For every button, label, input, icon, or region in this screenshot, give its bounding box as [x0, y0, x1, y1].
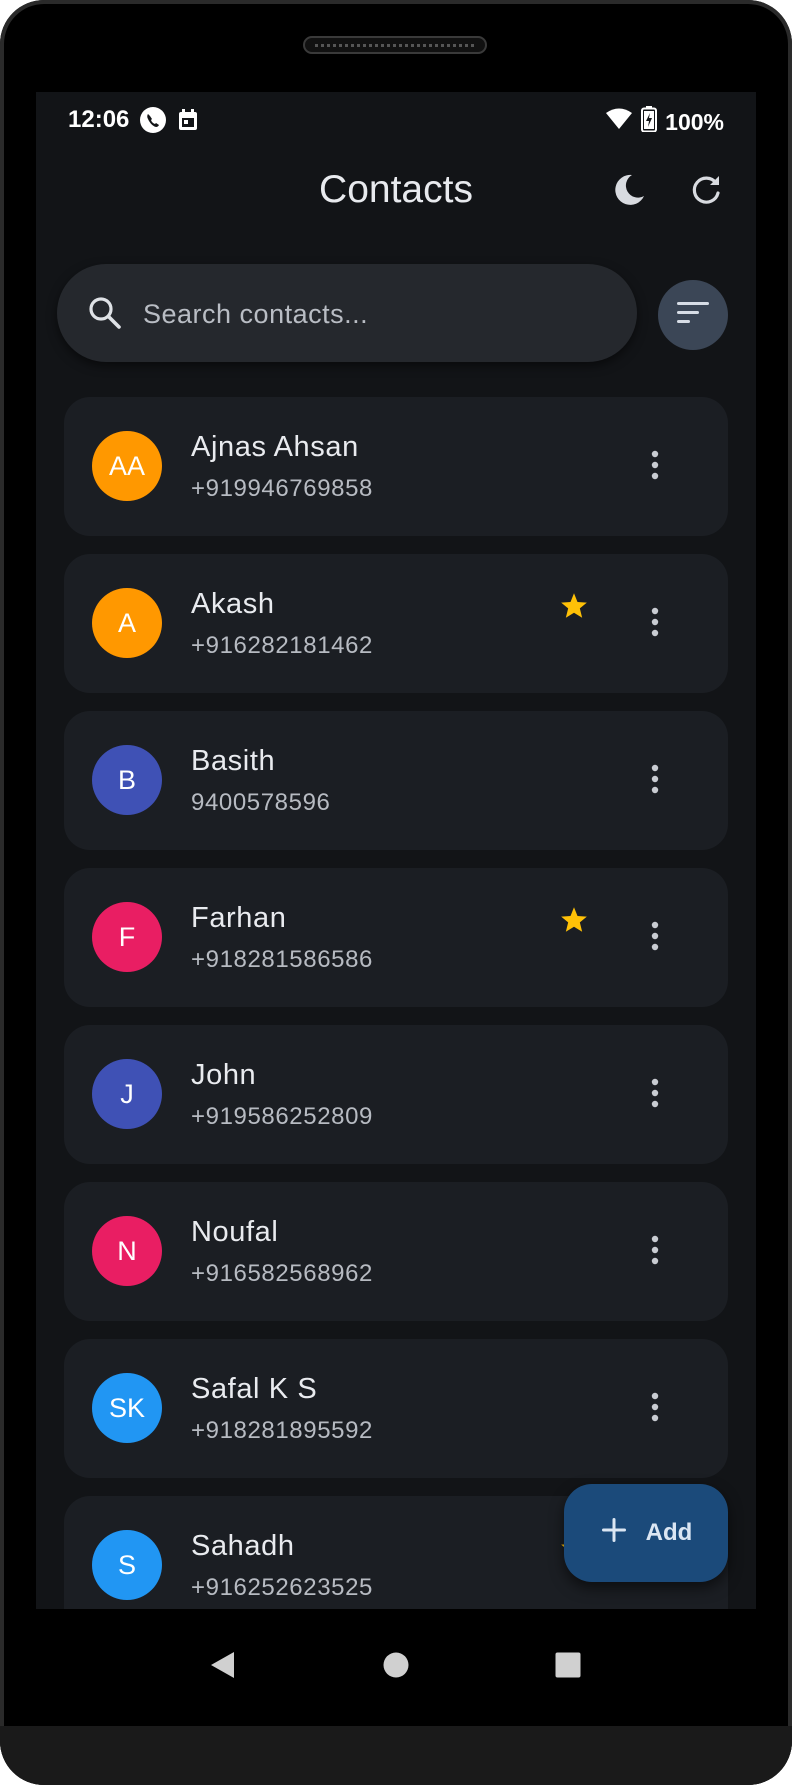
more-vert-icon	[651, 1392, 659, 1427]
contact-name: John	[191, 1059, 257, 1091]
phone-call-icon	[139, 106, 167, 139]
favorite-star-icon[interactable]	[560, 906, 588, 938]
contact-phone: +919586252809	[191, 1103, 373, 1130]
search-bar[interactable]	[57, 264, 637, 362]
more-vert-icon	[651, 764, 659, 799]
battery-icon	[641, 106, 658, 138]
favorite-star-icon[interactable]	[560, 592, 588, 624]
contact-phone: +916252623525	[191, 1574, 373, 1601]
avatar: AA	[92, 431, 162, 501]
more-options-button[interactable]	[635, 1387, 675, 1431]
contact-phone: +919946769858	[191, 475, 373, 502]
more-options-button[interactable]	[635, 1230, 675, 1274]
add-button-label: Add	[645, 1519, 693, 1546]
home-button[interactable]	[376, 1647, 416, 1687]
contact-card[interactable]: N Noufal +916582568962	[64, 1182, 728, 1321]
refresh-icon	[689, 173, 723, 212]
search-icon	[87, 295, 123, 336]
more-vert-icon	[651, 450, 659, 485]
add-contact-button[interactable]: Add	[564, 1484, 728, 1582]
contact-name: Farhan	[191, 902, 287, 934]
contact-phone: +916282181462	[191, 632, 373, 659]
contact-card[interactable]: AA Ajnas Ahsan +919946769858	[64, 397, 728, 536]
contact-name: Basith	[191, 745, 276, 777]
moon-icon	[611, 172, 647, 213]
status-bar: 12:06 100%	[36, 92, 756, 148]
home-circle-icon	[382, 1651, 410, 1684]
more-options-button[interactable]	[635, 759, 675, 803]
phone-frame: 12:06 100% Contacts Search contacts... A…	[0, 0, 792, 1785]
more-options-button[interactable]	[635, 445, 675, 489]
battery-percentage: 100%	[665, 108, 724, 135]
more-vert-icon	[651, 1235, 659, 1270]
recents-button[interactable]	[548, 1647, 588, 1687]
contact-phone: +918281895592	[191, 1417, 373, 1444]
avatar: B	[92, 745, 162, 815]
more-options-button[interactable]	[635, 1073, 675, 1117]
phone-bottom-bezel	[0, 1726, 792, 1785]
status-system-icons: 100%	[605, 106, 724, 138]
contact-name: Safal K S	[191, 1373, 318, 1405]
contact-card[interactable]: SK Safal K S +918281895592	[64, 1339, 728, 1478]
refresh-button[interactable]	[684, 170, 728, 214]
recents-square-icon	[554, 1651, 582, 1684]
contact-card[interactable]: B Basith 9400578596	[64, 711, 728, 850]
avatar: A	[92, 588, 162, 658]
avatar: N	[92, 1216, 162, 1286]
status-time: 12:06	[68, 106, 130, 133]
speaker-grille	[303, 36, 487, 54]
dark-mode-toggle[interactable]	[607, 170, 651, 214]
avatar: SK	[92, 1373, 162, 1443]
app-screen: 12:06 100% Contacts Search contacts... A…	[36, 92, 756, 1609]
back-button[interactable]	[202, 1647, 242, 1687]
search-input[interactable]	[141, 288, 615, 340]
back-triangle-icon	[208, 1650, 236, 1685]
wifi-icon	[605, 107, 633, 137]
more-vert-icon	[651, 921, 659, 956]
contact-name: Ajnas Ahsan	[191, 431, 359, 463]
contact-card[interactable]: F Farhan +918281586586	[64, 868, 728, 1007]
more-vert-icon	[651, 1078, 659, 1113]
contact-name: Sahadh	[191, 1530, 295, 1562]
contact-phone: +916582568962	[191, 1260, 373, 1287]
status-notification-icons	[139, 106, 199, 139]
contact-name: Akash	[191, 588, 275, 620]
contact-phone: 9400578596	[191, 789, 331, 816]
more-options-button[interactable]	[635, 916, 675, 960]
contact-card[interactable]: A Akash +916282181462	[64, 554, 728, 693]
sort-filter-button[interactable]	[658, 280, 728, 350]
contact-name: Noufal	[191, 1216, 279, 1248]
system-navigation-bar	[36, 1609, 756, 1726]
avatar: S	[92, 1530, 162, 1600]
avatar: J	[92, 1059, 162, 1129]
calendar-icon	[177, 108, 199, 137]
plus-icon	[600, 1516, 628, 1551]
contact-phone: +918281586586	[191, 946, 373, 973]
contact-card[interactable]: J John +919586252809	[64, 1025, 728, 1164]
more-vert-icon	[651, 607, 659, 642]
avatar: F	[92, 902, 162, 972]
more-options-button[interactable]	[635, 602, 675, 646]
sort-icon	[676, 300, 710, 331]
